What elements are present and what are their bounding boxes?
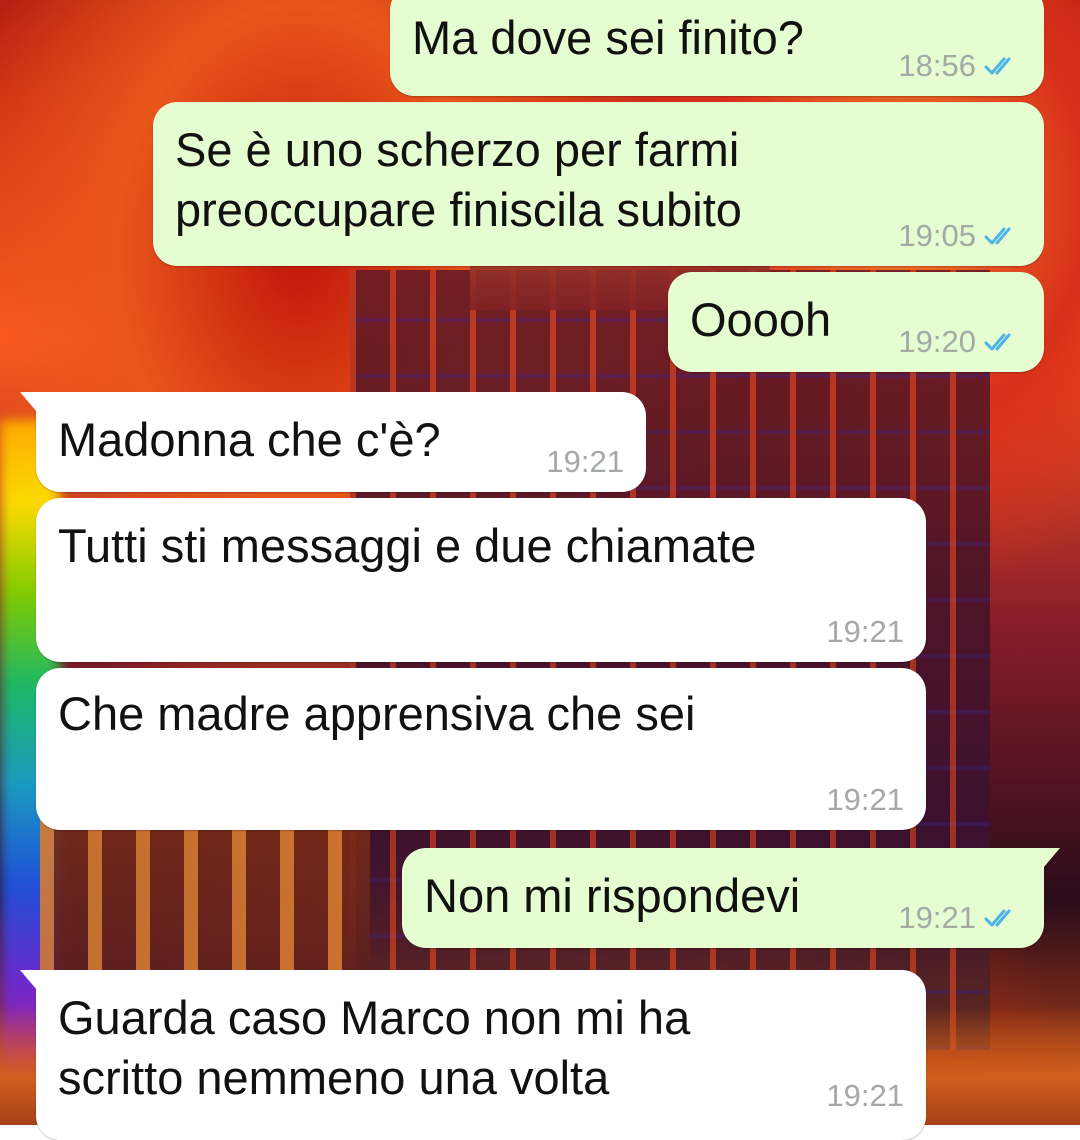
message-time: 18:56 [898,48,976,83]
message-bubble-outgoing[interactable]: Se è uno scherzo per farmi preoccupare f… [153,102,1044,266]
message-bubble-outgoing[interactable]: Ooooh 19:20 [668,272,1044,372]
bubble-tail [20,392,42,418]
message-time: 19:21 [546,444,624,479]
bubble-tail [1038,848,1060,874]
bubble-tail [20,970,42,996]
double-check-icon [984,909,1011,927]
message-text: Guarda caso Marco non mi ha scritto nemm… [58,991,691,1104]
message-meta: 19:20 [898,324,1022,360]
message-text: Tutti sti messaggi e due chiamate [58,519,757,572]
message-meta: 18:56 [898,48,1022,84]
message-bubble-incoming[interactable]: Madonna che c'è? 19:21 [20,392,646,492]
message-bubble-incoming[interactable]: Che madre apprensiva che sei 19:21 [36,668,926,830]
message-bubble-incoming[interactable]: Guarda caso Marco non mi ha scritto nemm… [20,970,926,1140]
message-time: 19:21 [826,782,904,817]
message-meta: 19:05 [898,218,1022,254]
message-time: 19:21 [826,1078,904,1113]
message-time: 19:05 [898,218,976,253]
message-meta: 19:21 [546,444,624,480]
message-bubble-outgoing[interactable]: Ma dove sei finito? 18:56 [390,0,1044,96]
message-bubble-outgoing[interactable]: Non mi rispondevi 19:21 [402,848,1060,948]
message-text: Ma dove sei finito? [412,11,804,64]
message-text: Madonna che c'è? [58,413,441,466]
message-time: 19:21 [826,614,904,649]
double-check-icon [984,333,1011,351]
double-check-icon [984,227,1011,245]
message-text: Ooooh [690,293,832,346]
message-time: 19:20 [898,324,976,359]
message-meta: 19:21 [898,900,1022,936]
message-text: Non mi rispondevi [424,869,801,922]
message-meta: 19:21 [826,782,904,818]
message-meta: 19:21 [826,614,904,650]
message-meta: 19:21 [826,1078,904,1114]
double-check-icon [984,57,1011,75]
message-bubble-incoming[interactable]: Tutti sti messaggi e due chiamate 19:21 [36,498,926,662]
message-text: Che madre apprensiva che sei [58,687,696,740]
message-text: Se è uno scherzo per farmi preoccupare f… [175,123,742,236]
message-time: 19:21 [898,900,976,935]
